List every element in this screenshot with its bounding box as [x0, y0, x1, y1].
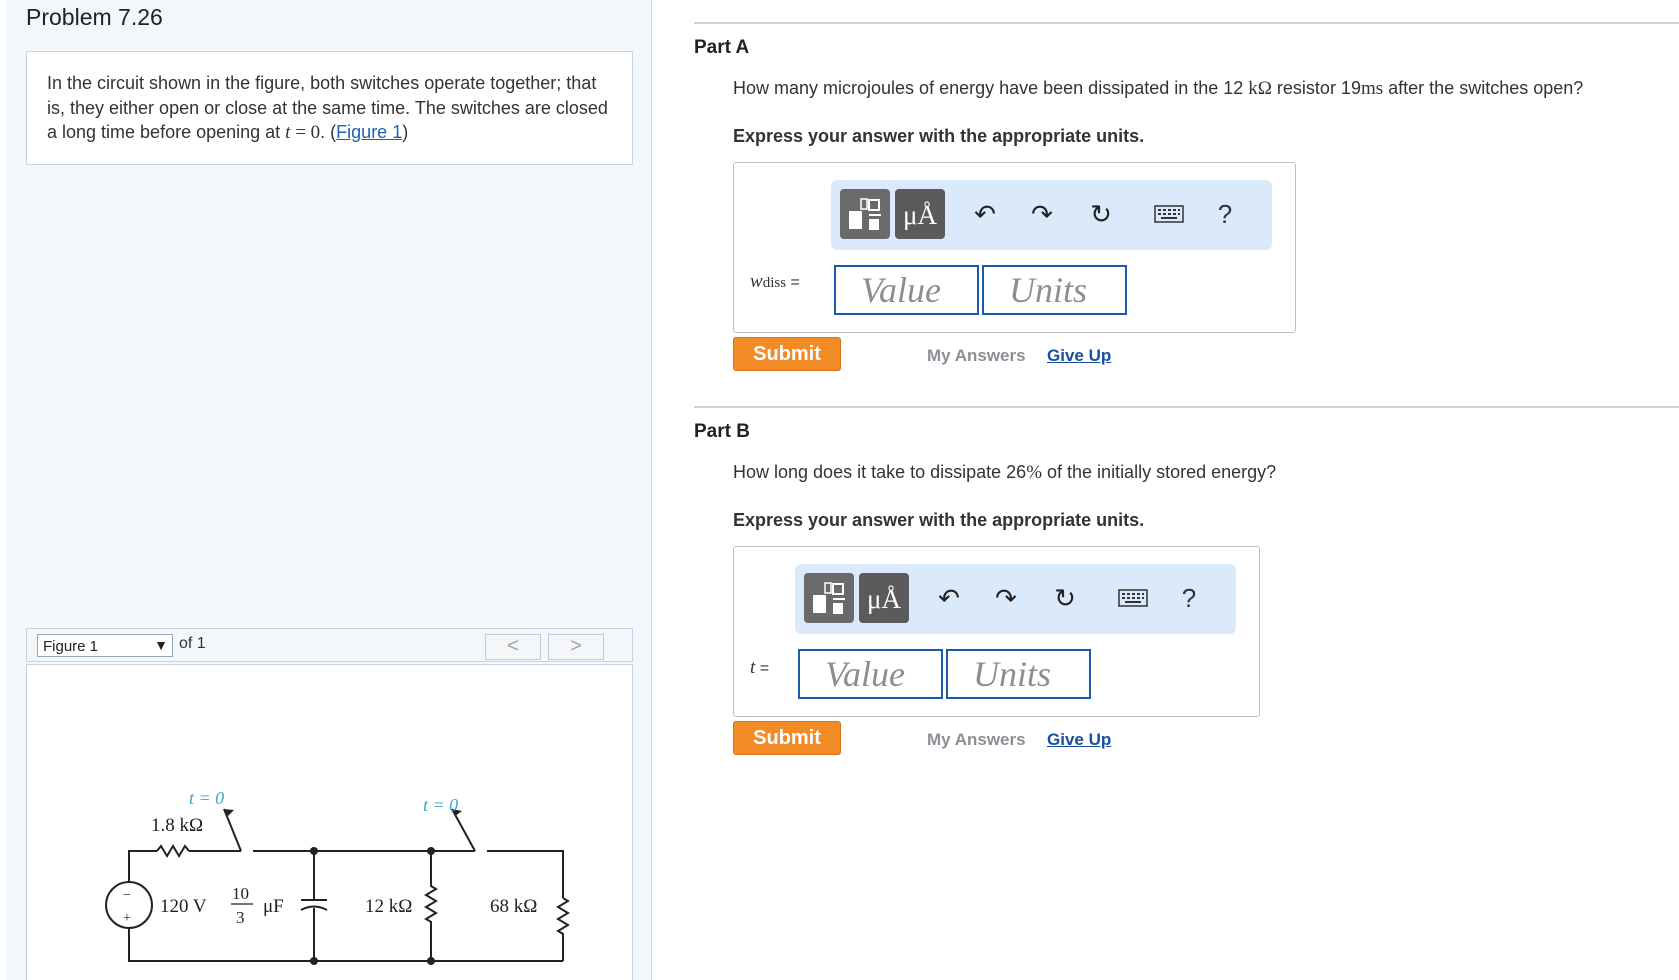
node	[310, 957, 318, 965]
circuit-diagram: t = 0 t = 0 1.8 kΩ − + 120 V 10 3 μF 12 …	[105, 788, 570, 965]
part-a-give-up-link[interactable]: Give Up	[1047, 346, 1111, 366]
templates-icon[interactable]	[804, 573, 854, 623]
templates-icon[interactable]	[840, 189, 890, 239]
capacitor-denominator: 3	[236, 908, 245, 927]
part-a-instruction: Express your answer with the appropriate…	[733, 126, 1145, 146]
resistor-68k	[556, 897, 570, 961]
part-b-instruction: Express your answer with the appropriate…	[733, 510, 1145, 530]
help-icon[interactable]: ?	[1209, 198, 1241, 230]
dropdown-arrow-icon: ▼	[154, 637, 168, 653]
figure-link[interactable]: Figure 1	[336, 122, 402, 142]
part-b-my-answers-label: My Answers	[927, 730, 1026, 749]
resistor-1-label: 1.8 kΩ	[151, 815, 203, 836]
part-a-answer-box: μÅ ↶ ↷ ↻ ? wdiss = Value Units	[733, 162, 1296, 333]
divider	[694, 406, 1679, 408]
part-a-submit-button[interactable]: Submit	[733, 337, 841, 371]
wire-top-right	[487, 850, 564, 898]
part-b-question: How long does it take to dissipate 26% o…	[733, 462, 1277, 483]
wire-left-top	[128, 850, 157, 882]
switch-1-blade	[223, 808, 242, 852]
capacitor-numerator: 10	[232, 884, 249, 903]
part-a-toolbar: μÅ ↶ ↷ ↻ ?	[831, 180, 1272, 250]
part-b-units-input[interactable]: Units	[946, 649, 1091, 699]
part-a-units-input[interactable]: Units	[982, 265, 1127, 315]
part-b-label: Part B	[694, 421, 750, 442]
part-b-submit-button[interactable]: Submit	[733, 721, 841, 755]
undo-icon[interactable]: ↶	[969, 198, 1001, 230]
problem-statement: In the circuit shown in the figure, both…	[26, 51, 633, 165]
help-icon[interactable]: ?	[1173, 582, 1205, 614]
node	[427, 847, 435, 855]
capacitor	[300, 851, 328, 961]
resistor-1.8k	[156, 844, 190, 858]
units-icon[interactable]: μÅ	[859, 573, 909, 623]
problem-title: Problem 7.26	[26, 4, 163, 30]
part-b-variable: t =	[750, 657, 770, 678]
resistor-2-label: 12 kΩ	[365, 896, 412, 917]
switch-2-label: t = 0	[423, 795, 458, 815]
part-b-give-up-link[interactable]: Give Up	[1047, 730, 1111, 750]
figure-navigation: Figure 1 ▼ of 1 < >	[26, 628, 633, 662]
keyboard-icon[interactable]	[1153, 198, 1185, 230]
figure-count: of 1	[179, 635, 206, 652]
source-minus: −	[123, 888, 131, 903]
previous-figure-button[interactable]: <	[485, 634, 541, 660]
undo-icon[interactable]: ↶	[933, 582, 965, 614]
problem-math: t = 0	[285, 122, 321, 143]
divider	[694, 22, 1679, 24]
part-b-answer-box: μÅ ↶ ↷ ↻ ? t = Value Units	[733, 546, 1260, 717]
redo-icon[interactable]: ↷	[1026, 198, 1058, 230]
figure-area: t = 0 t = 0 1.8 kΩ − + 120 V 10 3 μF 12 …	[26, 664, 633, 980]
next-figure-button[interactable]: >	[548, 634, 604, 660]
units-icon[interactable]: μÅ	[895, 189, 945, 239]
resistor-12k	[424, 851, 438, 961]
wire-bottom	[128, 928, 563, 962]
node	[310, 847, 318, 855]
source-plus: +	[123, 911, 131, 926]
part-b-toolbar: μÅ ↶ ↷ ↻ ?	[795, 564, 1236, 634]
source-label: 120 V	[160, 896, 207, 917]
part-a-value-input[interactable]: Value	[834, 265, 979, 315]
part-b-value-input[interactable]: Value	[798, 649, 943, 699]
redo-icon[interactable]: ↷	[990, 582, 1022, 614]
part-a-label: Part A	[694, 37, 750, 58]
problem-panel: Problem 7.26 In the circuit shown in the…	[6, 0, 652, 980]
reset-icon[interactable]: ↻	[1049, 582, 1081, 614]
figure-select[interactable]: Figure 1 ▼	[37, 634, 173, 657]
resistor-3-label: 68 kΩ	[490, 896, 537, 917]
keyboard-icon[interactable]	[1117, 582, 1149, 614]
capacitor-unit: μF	[263, 896, 284, 917]
node	[427, 957, 435, 965]
reset-icon[interactable]: ↻	[1085, 198, 1117, 230]
switch-1-label: t = 0	[189, 788, 224, 808]
part-a-variable: wdiss =	[750, 271, 800, 292]
part-a-question: How many microjoules of energy have been…	[733, 78, 1584, 99]
part-a-my-answers-label: My Answers	[927, 346, 1026, 365]
